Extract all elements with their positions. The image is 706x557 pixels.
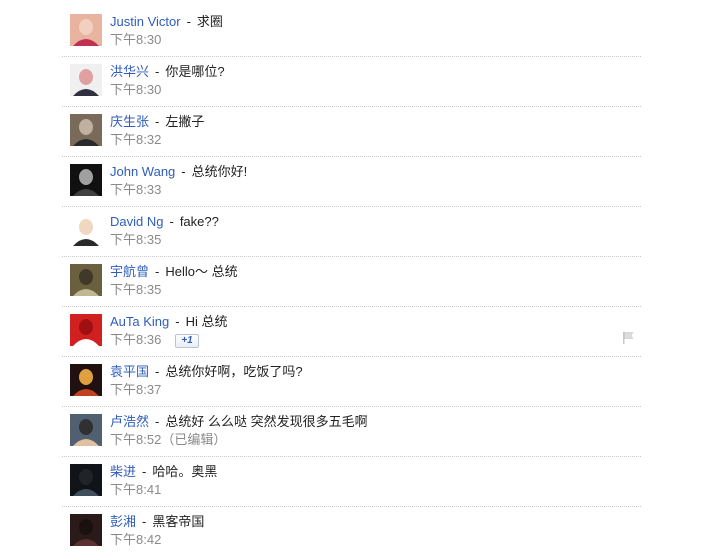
timestamp[interactable]: 下午8:33	[110, 182, 161, 197]
author-link[interactable]: 彭湘	[110, 514, 136, 529]
author-link[interactable]: 宇航曾	[110, 264, 149, 279]
author-link[interactable]: 袁平国	[110, 364, 149, 379]
comment-text: 哈哈。奥黑	[152, 464, 218, 479]
author-link[interactable]: 柴进	[110, 464, 136, 479]
separator: -	[142, 514, 147, 529]
comment-text: fake??	[179, 214, 219, 229]
comment-text: 你是哪位?	[165, 64, 225, 79]
separator: -	[155, 64, 160, 79]
comment-header: 庆生张 - 左撇子	[110, 113, 204, 130]
comment-meta: 下午8:33	[110, 181, 161, 198]
timestamp[interactable]: 下午8:35	[110, 232, 161, 247]
comment-meta: 下午8:41	[110, 481, 161, 498]
timestamp[interactable]: 下午8:41	[110, 482, 161, 497]
comment-header: 彭湘 - 黑客帝国	[110, 513, 204, 530]
comment-meta: 下午8:36 +1	[110, 331, 199, 348]
comment-text: 总统好 么么哒 突然发现很多五毛啊	[165, 414, 368, 429]
comment-meta: 下午8:30	[110, 31, 161, 48]
avatar-cartoon[interactable]	[70, 214, 102, 246]
author-link[interactable]: AuTa King	[110, 314, 169, 329]
timestamp[interactable]: 下午8:35	[110, 282, 161, 297]
comment-text: 求圈	[196, 14, 223, 29]
author-link[interactable]: Justin Victor	[110, 14, 181, 29]
comment-header: 宇航曾 - Hello～ 总统	[110, 263, 238, 280]
avatar-man-photo[interactable]	[70, 414, 102, 446]
avatar-dim[interactable]	[70, 514, 102, 546]
timestamp[interactable]: 下午8:30	[110, 32, 161, 47]
author-link[interactable]: 洪华兴	[110, 64, 149, 79]
edited-label: （已编辑）	[161, 432, 227, 447]
comment-text: Hello～ 总统	[165, 264, 238, 279]
separator: -	[186, 14, 191, 29]
comment-header: Justin Victor - 求圈	[110, 13, 223, 30]
comment-header: AuTa King - Hi 总统	[110, 313, 228, 330]
comment-text: 左撇子	[165, 114, 205, 129]
timestamp[interactable]: 下午8:32	[110, 132, 161, 147]
avatar-outdoor[interactable]	[70, 264, 102, 296]
author-link[interactable]: 庆生张	[110, 114, 149, 129]
author-link[interactable]: David Ng	[110, 214, 163, 229]
comment-item: 洪华兴 - 你是哪位? 下午8:30	[62, 57, 641, 107]
separator: -	[155, 264, 160, 279]
comment-meta: 下午8:52（已编辑）	[110, 431, 226, 448]
comment-header: 袁平国 - 总统你好啊，吃饭了吗?	[110, 363, 303, 380]
comment-meta: 下午8:30	[110, 81, 161, 98]
avatar-man-dark[interactable]	[70, 114, 102, 146]
separator: -	[155, 414, 160, 429]
separator: -	[175, 314, 180, 329]
separator: -	[181, 164, 186, 179]
comment-header: 洪华兴 - 你是哪位?	[110, 63, 225, 80]
comment-list: Justin Victor - 求圈 下午8:30 洪华兴 - 你是哪位? 下午8:30 庆生张…	[62, 7, 641, 557]
avatar-red-logo[interactable]	[70, 314, 102, 346]
comment-header: David Ng - fake??	[110, 213, 219, 230]
comment-header: John Wang - 总统你好!	[110, 163, 247, 180]
timestamp[interactable]: 下午8:30	[110, 82, 161, 97]
comment-item: 彭湘 - 黑客帝国 下午8:42	[62, 507, 641, 557]
author-link[interactable]: John Wang	[110, 164, 175, 179]
comment-item: 卢浩然 - 总统好 么么哒 突然发现很多五毛啊 下午8:52（已编辑）	[62, 407, 641, 457]
comment-item: 宇航曾 - Hello～ 总统 下午8:35	[62, 257, 641, 307]
comment-item: Justin Victor - 求圈 下午8:30	[62, 7, 641, 57]
comment-meta: 下午8:42	[110, 531, 161, 548]
comment-text: 总统你好!	[191, 164, 248, 179]
flag-icon[interactable]	[621, 331, 635, 345]
comment-meta: 下午8:32	[110, 131, 161, 148]
timestamp[interactable]: 下午8:52	[110, 432, 161, 447]
comment-item: 袁平国 - 总统你好啊，吃饭了吗? 下午8:37	[62, 357, 641, 407]
comment-item: 柴进 - 哈哈。奥黑 下午8:41	[62, 457, 641, 507]
author-link[interactable]: 卢浩然	[110, 414, 149, 429]
comment-text: 总统你好啊，吃饭了吗?	[165, 364, 303, 379]
comment-item: AuTa King - Hi 总统 下午8:36 +1	[62, 307, 641, 357]
avatar-emblem[interactable]	[70, 364, 102, 396]
timestamp[interactable]: 下午8:36	[110, 332, 161, 347]
separator: -	[155, 114, 160, 129]
comment-header: 柴进 - 哈哈。奥黑	[110, 463, 217, 480]
separator: -	[142, 464, 147, 479]
avatar-hooded[interactable]	[70, 164, 102, 196]
avatar-dark[interactable]	[70, 464, 102, 496]
separator: -	[155, 364, 160, 379]
comment-text: 黑客帝国	[152, 514, 205, 529]
avatar-portrait[interactable]	[70, 64, 102, 96]
comment-item: 庆生张 - 左撇子 下午8:32	[62, 107, 641, 157]
comment-item: John Wang - 总统你好! 下午8:33	[62, 157, 641, 207]
comment-header: 卢浩然 - 总统好 么么哒 突然发现很多五毛啊	[110, 413, 368, 430]
timestamp[interactable]: 下午8:37	[110, 382, 161, 397]
plus-one-button[interactable]: +1	[175, 334, 199, 348]
timestamp[interactable]: 下午8:42	[110, 532, 161, 547]
comment-meta: 下午8:37	[110, 381, 161, 398]
comment-meta: 下午8:35	[110, 281, 161, 298]
comment-meta: 下午8:35	[110, 231, 161, 248]
comment-text: Hi 总统	[185, 314, 228, 329]
avatar-pink-hair[interactable]	[70, 14, 102, 46]
comment-item: David Ng - fake?? 下午8:35	[62, 207, 641, 257]
separator: -	[169, 214, 174, 229]
